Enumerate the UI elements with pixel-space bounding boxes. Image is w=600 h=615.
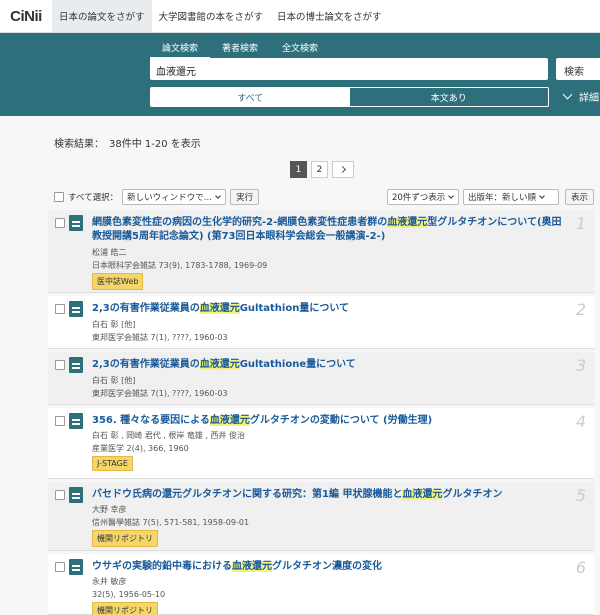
result-title[interactable]: 網膜色素変性症の病因の生化学的研究-2-網膜色素変性症患者群の血液還元型グルタチ… (92, 216, 562, 244)
result-number: 1 (575, 214, 586, 233)
next-page-button[interactable] (332, 161, 354, 178)
filter-all[interactable]: すべて (151, 88, 350, 106)
select-all-checkbox[interactable] (54, 192, 64, 202)
result-journal: 32(5), 1956-05-10 (92, 590, 166, 599)
result-journal: 東邦医学会雑誌 7(1), ????, 1960-03 (92, 333, 228, 342)
action-select[interactable]: 新しいウィンドウで… (122, 189, 227, 205)
result-number: 6 (575, 558, 586, 577)
select-all-label: すべて選択： (68, 193, 119, 203)
result-number: 4 (575, 412, 586, 431)
tab-dissertations[interactable]: 日本の博士論文をさがす (270, 0, 389, 32)
result-journal: 信州醫學雑誌 7(5), 571-581, 1958-09-01 (92, 518, 250, 527)
document-icon (69, 487, 83, 503)
filter-fulltext[interactable]: 本文あり (350, 88, 549, 106)
result-item: 網膜色素変性症の病因の生化学的研究-2-網膜色素変性症患者群の血液還元型グルタチ… (48, 210, 594, 293)
search-tabs: 論文検索 著者検索 全文検索 (150, 40, 330, 59)
chevron-right-icon (338, 165, 346, 174)
result-checkbox[interactable] (55, 490, 65, 500)
result-title[interactable]: 356. 種々なる要因による血液還元グルタチオンの変動について (労働生理) (92, 414, 562, 428)
fulltext-filter: すべて 本文あり (150, 87, 549, 107)
pagination: 1 2 (290, 161, 354, 178)
results-area: 検索結果： 38件中 1-20 を表示 1 2 すべて選択： 新しいウィンドウで… (0, 116, 600, 615)
top-bar: CiNii 日本の論文をさがす 大学図書館の本をさがす 日本の博士論文をさがす (0, 0, 600, 33)
source-badge[interactable]: 機関リポジトリ (92, 602, 158, 615)
tab-books[interactable]: 大学図書館の本をさがす (152, 0, 271, 32)
per-page-select[interactable]: 20件ずつ表示 (386, 189, 459, 205)
document-icon (69, 215, 83, 231)
document-icon (69, 559, 83, 575)
result-number: 3 (575, 356, 586, 375)
result-author[interactable]: 白石 彰 [他] (92, 319, 135, 330)
result-journal: 日本眼科学会雑誌 73(9), 1783-1788, 1969-09 (92, 261, 268, 270)
result-title[interactable]: バセドウ氏病の還元グルタチオンに関する研究：第1編 甲状腺機能と血液還元グルタチ… (92, 488, 562, 502)
result-journal: 東邦医学会雑誌 7(1), ????, 1960-03 (92, 389, 228, 398)
result-author[interactable]: 大野 幸彦 (92, 504, 127, 515)
result-checkbox[interactable] (55, 304, 65, 314)
result-number: 5 (575, 486, 586, 505)
result-author[interactable]: 松浦 皓二 (92, 247, 127, 258)
result-checkbox[interactable] (55, 218, 65, 228)
tab-articles[interactable]: 日本の論文をさがす (52, 0, 152, 32)
source-badge[interactable]: 機関リポジトリ (92, 530, 158, 547)
result-number: 2 (575, 300, 586, 319)
sort-value: 出版年：新しい順 (467, 193, 536, 203)
result-checkbox[interactable] (55, 416, 65, 426)
tab-article-search[interactable]: 論文検索 (150, 40, 211, 59)
show-button[interactable]: 表示 (564, 189, 594, 205)
chevron-down-icon (539, 193, 545, 199)
result-author[interactable]: 白石 彰 [他] (92, 375, 135, 386)
sort-select[interactable]: 出版年：新しい順 (462, 189, 559, 205)
result-item: ウサギの実験的鉛中毒における血液還元グルタチオン濃度の変化 永井 敏彦 32(5… (48, 554, 594, 615)
result-title[interactable]: 2,3の有害作業従業員の血液還元Gultathion量について (92, 302, 562, 316)
chevron-down-icon (448, 193, 455, 199)
search-button[interactable]: 検索 (556, 58, 600, 80)
per-page-value: 20件ずつ表示 (391, 193, 446, 203)
result-title[interactable]: ウサギの実験的鉛中毒における血液還元グルタチオン濃度の変化 (92, 560, 562, 574)
document-icon (69, 357, 83, 373)
result-author[interactable]: 永井 敏彦 (92, 576, 127, 587)
advanced-search-toggle[interactable]: 詳細 (562, 89, 599, 104)
result-count: 検索結果： 38件中 1-20 を表示 (54, 139, 201, 150)
source-badge[interactable]: 医中誌Web (92, 273, 144, 290)
result-checkbox[interactable] (55, 360, 65, 370)
result-item: バセドウ氏病の還元グルタチオンに関する研究：第1編 甲状腺機能と血液還元グルタチ… (48, 482, 594, 551)
result-item: 356. 種々なる要因による血液還元グルタチオンの変動について (労働生理) 白… (48, 408, 594, 479)
run-button[interactable]: 実行 (230, 189, 260, 205)
tab-fulltext-search[interactable]: 全文検索 (270, 40, 330, 59)
search-input[interactable]: 血液還元 (150, 58, 548, 80)
source-badge[interactable]: J-STAGE (92, 456, 133, 471)
document-icon (69, 301, 83, 317)
chevron-down-icon (562, 89, 573, 100)
result-author[interactable]: 白石 彰 , 岡崎 君代 , 根岸 竜雄 , 西井 俊治 (92, 430, 245, 441)
document-icon (69, 413, 83, 429)
action-select-value: 新しいウィンドウで… (127, 193, 213, 203)
page-1[interactable]: 1 (290, 161, 307, 178)
result-item: 2,3の有害作業従業員の血液還元Gultathion量について 白石 彰 [他]… (48, 296, 594, 349)
result-checkbox[interactable] (55, 562, 65, 572)
cinii-logo[interactable]: CiNii (0, 0, 52, 32)
chevron-down-icon (215, 193, 221, 199)
result-toolbar: すべて選択： 新しいウィンドウで… 実行 20件ずつ表示 出版年：新しい順 表示 (54, 188, 594, 206)
result-item: 2,3の有害作業従業員の血液還元Gultathione量について 白石 彰 [他… (48, 352, 594, 405)
result-journal: 産業医学 2(4), 366, 1960 (92, 444, 189, 453)
search-band: 論文検索 著者検索 全文検索 血液還元 検索 すべて 本文あり 詳細 (0, 33, 600, 116)
tab-author-search[interactable]: 著者検索 (210, 40, 270, 59)
page-2[interactable]: 2 (311, 161, 328, 178)
advanced-label: 詳細 (579, 93, 599, 104)
result-title[interactable]: 2,3の有害作業従業員の血液還元Gultathione量について (92, 358, 562, 372)
